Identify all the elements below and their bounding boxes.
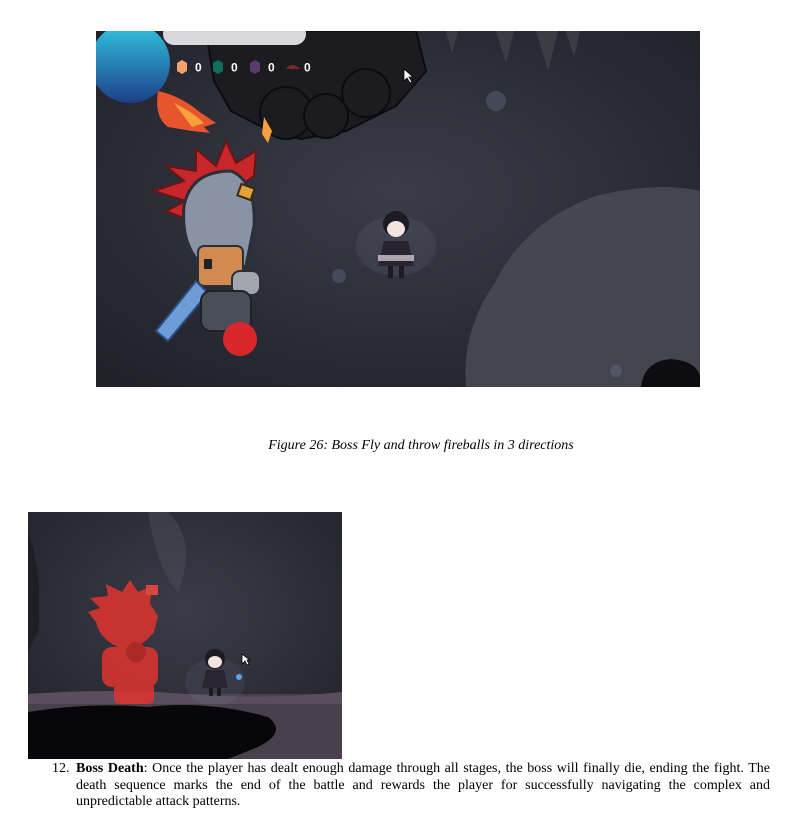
purple-gem-icon [250,60,260,74]
boss-death-screenshot [28,512,342,759]
hud-count-1: 0 [195,61,202,75]
list-item-body: Boss Death: Once the player has dealt en… [76,761,770,811]
red-leaf-icon [286,65,300,69]
foreground-shadow [28,704,276,759]
boss-fly-screenshot: 0 0 0 0 [96,31,700,387]
list-item-number: 12. [52,761,70,776]
orange-gem-icon [177,60,187,74]
boss-death-list-item: 12. Boss Death: Once the player has deal… [52,761,770,811]
teal-gem-icon [213,60,223,74]
hud-count-2: 0 [231,61,238,75]
hud-count-3: 0 [268,61,275,75]
figure-caption: Figure 26: Boss Fly and throw fireballs … [268,438,574,453]
health-bar [163,31,306,45]
list-item-term: Boss Death [76,761,144,776]
hud-counters: 0 0 0 0 [176,58,326,76]
hud-count-4: 0 [304,61,311,75]
list-item-text: : Once the player has dealt enough damag… [76,761,770,809]
